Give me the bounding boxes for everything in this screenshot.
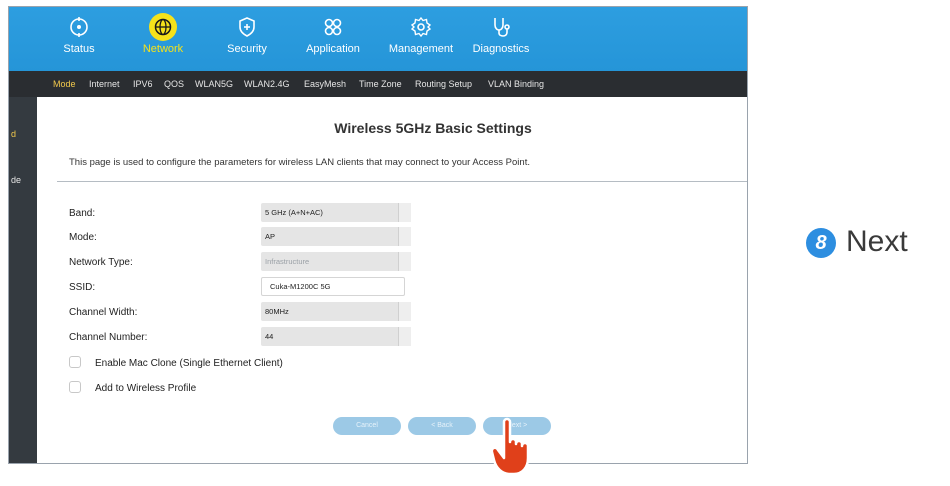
band-label: Band: — [69, 208, 96, 219]
step-instruction: Next — [846, 225, 908, 258]
status-icon — [67, 15, 91, 39]
dropdown-arrow-icon — [398, 203, 411, 222]
main-content: Wireless 5GHz Basic Settings This page i… — [37, 97, 747, 463]
channel-width-select[interactable]: 80MHz — [261, 302, 411, 321]
mode-label: Mode: — [69, 232, 97, 243]
left-sidebar: d de — [9, 97, 37, 463]
subnav-item-wlan24g[interactable]: WLAN2.4G — [244, 79, 290, 89]
nav-management[interactable]: Management — [381, 15, 461, 55]
dropdown-arrow-icon — [398, 227, 411, 246]
sub-navigation: Mode Internet IPV6 QOS WLAN5G WLAN2.4G E… — [9, 71, 747, 97]
network-type-label: Network Type: — [69, 257, 133, 268]
subnav-item-qos[interactable]: QOS — [164, 79, 184, 89]
router-admin-window: Status Network Security Application Mana… — [8, 6, 748, 464]
subnav-item-time-zone[interactable]: Time Zone — [359, 79, 402, 89]
ssid-value: Cuka-M1200C 5G — [270, 282, 331, 291]
subnav-item-mode[interactable]: Mode — [53, 79, 76, 89]
subnav-item-easymesh[interactable]: EasyMesh — [304, 79, 346, 89]
band-select[interactable]: 5 GHz (A+N+AC) — [261, 203, 411, 222]
mac-clone-row: Enable Mac Clone (Single Ethernet Client… — [69, 356, 283, 369]
page-title: Wireless 5GHz Basic Settings — [334, 120, 532, 136]
nav-label: Management — [388, 43, 454, 55]
nav-security[interactable]: Security — [207, 15, 287, 55]
nav-application[interactable]: Application — [293, 15, 373, 55]
step-number-badge: 8 — [806, 228, 836, 258]
pointing-hand-icon — [490, 416, 542, 476]
channel-width-label: Channel Width: — [69, 307, 138, 318]
mode-value: AP — [265, 232, 276, 241]
divider — [57, 181, 747, 182]
apps-icon — [321, 15, 345, 39]
nav-network[interactable]: Network — [123, 13, 203, 55]
nav-label: Security — [227, 43, 267, 55]
nav-label: Network — [142, 43, 184, 55]
mac-clone-label: Enable Mac Clone (Single Ethernet Client… — [95, 358, 283, 369]
sidebar-fragment[interactable]: d — [11, 129, 16, 139]
wireless-profile-checkbox[interactable] — [69, 381, 81, 393]
dropdown-arrow-icon — [398, 252, 411, 271]
ssid-label: SSID: — [69, 282, 96, 293]
wireless-profile-row: Add to Wireless Profile — [69, 381, 196, 394]
back-button[interactable]: < Back — [408, 417, 476, 435]
band-value: 5 GHz (A+N+AC) — [265, 208, 323, 217]
network-type-select: Infrastructure — [261, 252, 411, 271]
wireless-profile-label: Add to Wireless Profile — [95, 383, 197, 394]
mode-select[interactable]: AP — [261, 227, 411, 246]
channel-number-select[interactable]: 44 — [261, 327, 411, 346]
nav-label: Status — [63, 43, 95, 55]
gear-icon — [409, 15, 433, 39]
nav-label: Application — [306, 43, 360, 55]
channel-number-value: 44 — [265, 332, 274, 341]
subnav-item-internet[interactable]: Internet — [89, 79, 120, 89]
subnav-item-wlan5g[interactable]: WLAN5G — [195, 79, 233, 89]
globe-icon — [149, 13, 177, 41]
subnav-item-ipv6[interactable]: IPV6 — [133, 79, 153, 89]
nav-status[interactable]: Status — [39, 15, 119, 55]
page-description: This page is used to configure the param… — [69, 157, 530, 168]
nav-label: Diagnostics — [472, 43, 530, 55]
dropdown-arrow-icon — [398, 327, 411, 346]
top-navigation: Status Network Security Application Mana… — [9, 7, 747, 71]
cancel-button[interactable]: Cancel — [333, 417, 401, 435]
mac-clone-checkbox[interactable] — [69, 356, 81, 368]
channel-width-value: 80MHz — [265, 307, 289, 316]
network-type-value: Infrastructure — [265, 257, 310, 266]
subnav-item-routing-setup[interactable]: Routing Setup — [415, 79, 472, 89]
stethoscope-icon — [489, 15, 513, 39]
nav-diagnostics[interactable]: Diagnostics — [461, 15, 541, 55]
sidebar-fragment[interactable]: de — [11, 175, 21, 185]
shield-icon — [235, 15, 259, 39]
dropdown-arrow-icon — [398, 302, 411, 321]
channel-number-label: Channel Number: — [69, 332, 148, 343]
subnav-item-vlan-binding[interactable]: VLAN Binding — [488, 79, 544, 89]
ssid-input[interactable]: Cuka-M1200C 5G — [261, 277, 405, 296]
